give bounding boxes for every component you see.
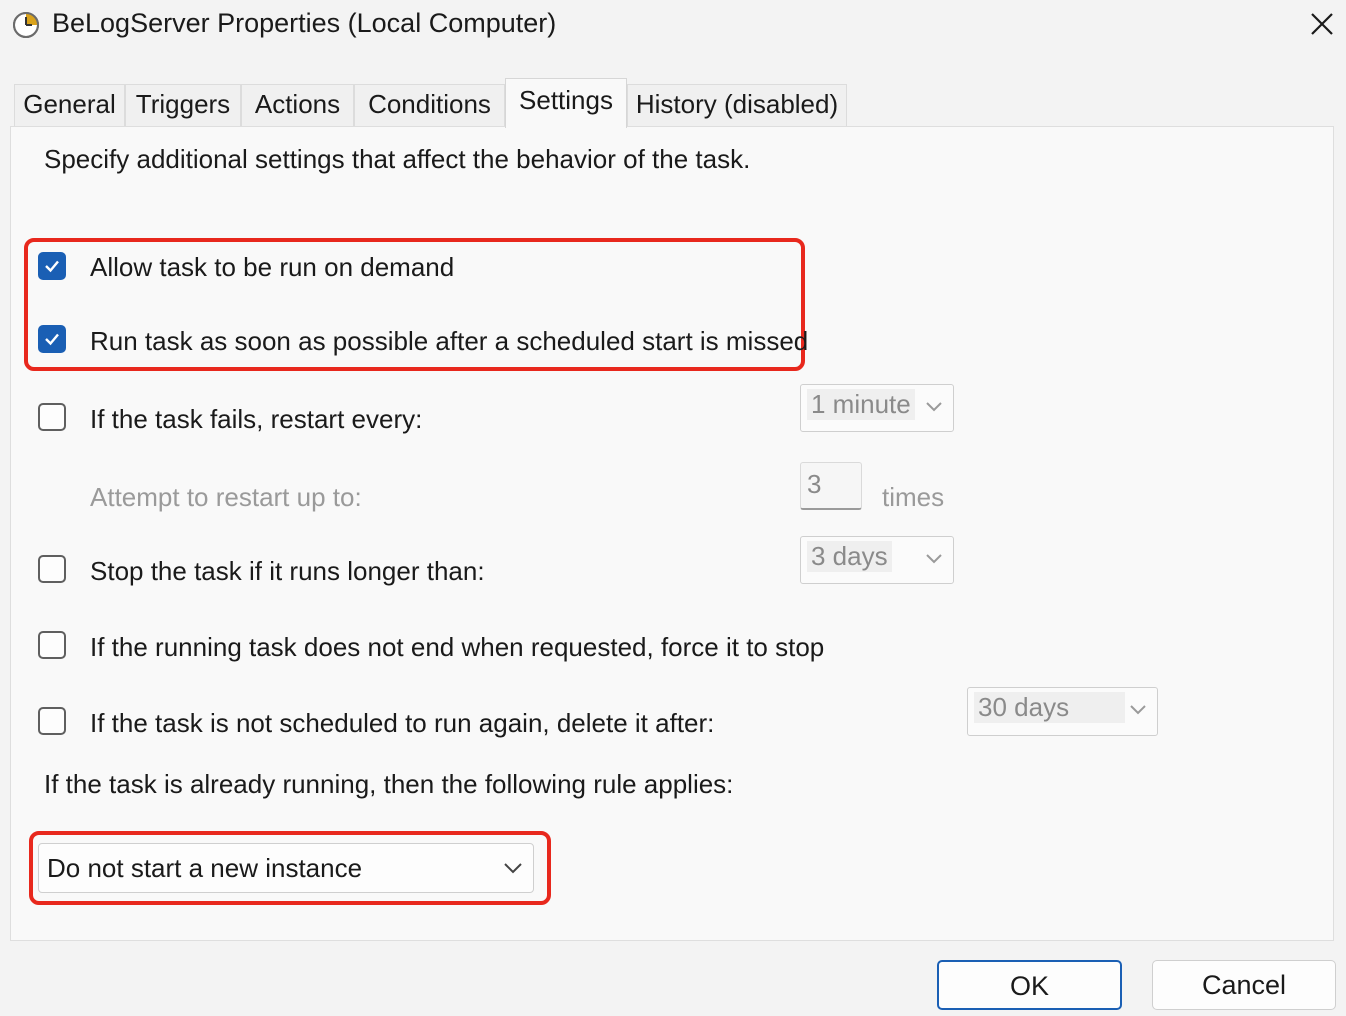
run-asap-checkbox[interactable] <box>38 325 66 353</box>
run-asap-label[interactable]: Run task as soon as possible after a sch… <box>90 326 808 357</box>
tab-conditions[interactable]: Conditions <box>354 84 505 126</box>
clock-icon <box>12 11 40 39</box>
checkmark-icon <box>45 260 59 273</box>
title-bar: BeLogServer Properties (Local Computer) <box>0 0 1346 52</box>
close-button[interactable] <box>1300 4 1344 44</box>
tab-actions[interactable]: Actions <box>241 84 354 126</box>
settings-description: Specify additional settings that affect … <box>44 144 751 174</box>
chevron-down-icon <box>504 863 522 874</box>
checkmark-icon <box>45 333 59 346</box>
window-title: BeLogServer Properties (Local Computer) <box>52 8 557 38</box>
running-rule-value: Do not start a new instance <box>47 853 363 883</box>
running-rule-label: If the task is already running, then the… <box>44 769 734 799</box>
tab-triggers[interactable]: Triggers <box>125 84 241 126</box>
delete-after-checkbox[interactable] <box>38 707 66 735</box>
restart-interval-value: 1 minute <box>807 389 915 420</box>
delete-after-label[interactable]: If the task is not scheduled to run agai… <box>90 708 714 739</box>
tab-general[interactable]: General <box>14 84 125 126</box>
stop-duration-value: 3 days <box>807 541 892 572</box>
ok-button[interactable]: OK <box>937 960 1122 1010</box>
stop-if-longer-checkbox[interactable] <box>38 555 66 583</box>
tab-settings[interactable]: Settings <box>505 78 627 128</box>
allow-on-demand-checkbox[interactable] <box>38 252 66 280</box>
delete-duration-value: 30 days <box>974 692 1126 723</box>
restart-attempts-input[interactable]: 3 <box>800 462 862 510</box>
stop-duration-dropdown[interactable]: 3 days <box>800 536 954 584</box>
force-stop-checkbox[interactable] <box>38 631 66 659</box>
chevron-down-icon <box>1130 705 1146 715</box>
cancel-button[interactable]: Cancel <box>1152 960 1336 1010</box>
allow-on-demand-label[interactable]: Allow task to be run on demand <box>90 252 454 283</box>
stop-if-longer-label[interactable]: Stop the task if it runs longer than: <box>90 556 485 587</box>
restart-attempts-label: Attempt to restart up to: <box>90 482 362 512</box>
chevron-down-icon <box>926 402 942 412</box>
restart-on-fail-checkbox[interactable] <box>38 403 66 431</box>
restart-attempts-unit: times <box>882 482 945 512</box>
chevron-down-icon <box>926 554 942 564</box>
restart-on-fail-label[interactable]: If the task fails, restart every: <box>90 404 422 435</box>
restart-interval-dropdown[interactable]: 1 minute <box>800 384 954 432</box>
restart-attempts-value: 3 <box>807 469 822 499</box>
delete-duration-dropdown[interactable]: 30 days <box>967 687 1158 736</box>
force-stop-label[interactable]: If the running task does not end when re… <box>90 632 824 663</box>
tab-history[interactable]: History (disabled) <box>627 84 847 126</box>
close-icon <box>1311 13 1333 35</box>
running-rule-dropdown[interactable]: Do not start a new instance <box>38 843 534 893</box>
